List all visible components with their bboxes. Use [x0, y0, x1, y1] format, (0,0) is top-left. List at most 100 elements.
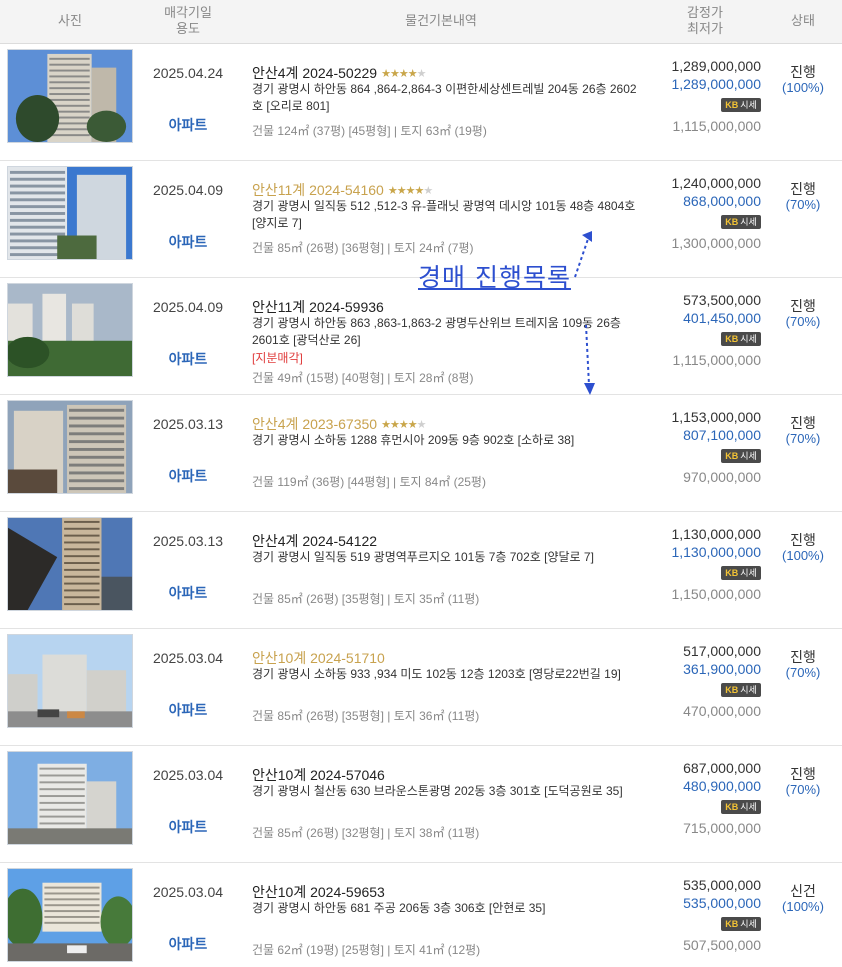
kb-price-badge[interactable]: KB 시세 — [721, 449, 761, 463]
case-number-link[interactable]: 안산11계 2024-59936 — [252, 297, 384, 317]
header-info: 물건기본내역 — [236, 0, 646, 44]
case-number[interactable]: 안산11계 2024-59936 — [252, 299, 384, 315]
area-info: 건물 85㎡ (26평) [32평형] | 토지 38㎡ (11평) — [252, 826, 480, 840]
case-number-link[interactable]: 안산10계 2024-59653 — [252, 882, 385, 902]
previous-price: 1,115,000,000 — [672, 352, 762, 368]
status-block: 진행 (70%) — [764, 278, 842, 395]
property-photo[interactable] — [7, 283, 133, 377]
case-number[interactable]: 안산11계 2024-54160 — [252, 182, 384, 198]
case-number[interactable]: 안산10계 2024-57046 — [252, 767, 385, 783]
appraisal-price: 1,289,000,000 — [671, 58, 761, 74]
area-info: 건물 85㎡ (26평) [36평형] | 토지 24㎡ (7평) — [252, 241, 474, 255]
price-block: 1,240,000,000 868,000,000 KB 시세 1,300,000,00… — [646, 161, 761, 278]
property-photo[interactable] — [7, 166, 133, 260]
status-percent: (70%) — [785, 314, 821, 329]
property-use[interactable]: 아파트 — [140, 583, 236, 603]
property-use[interactable]: 아파트 — [140, 817, 236, 837]
kb-logo-icon: KB — [725, 802, 739, 812]
status-block: 진행 (70%) — [764, 629, 842, 746]
sale-date: 2025.03.13 — [152, 416, 224, 432]
kb-price-badge[interactable]: KB 시세 — [721, 683, 761, 697]
case-number[interactable]: 안산4계 2024-50229 — [252, 65, 377, 81]
property-use[interactable]: 아파트 — [140, 349, 236, 369]
header-date: 매각기일 용도 — [140, 0, 236, 44]
property-address: 경기 광명시 하안동 864 ,864-2,864-3 이편한세상센트레빌 20… — [252, 82, 637, 113]
property-use[interactable]: 아파트 — [140, 232, 236, 252]
status-label: 신건 — [790, 883, 816, 899]
kb-price-badge[interactable]: KB 시세 — [721, 332, 761, 346]
property-photo[interactable] — [7, 49, 133, 143]
case-number-link[interactable]: 안산4계 2024-50229 ★★★★★ — [252, 63, 426, 83]
previous-price: 1,115,000,000 — [672, 118, 762, 134]
case-number-link[interactable]: 안산4계 2023-67350 ★★★★★ — [252, 414, 426, 434]
previous-price: 1,150,000,000 — [671, 586, 761, 602]
price-block: 1,130,000,000 1,130,000,000 KB 시세 1,150,000,… — [646, 512, 761, 629]
minimum-price: 1,289,000,000 — [671, 76, 761, 92]
kb-price-badge[interactable]: KB 시세 — [721, 215, 761, 229]
table-row[interactable]: 2025.03.04 아파트 안산10계 2024-51710 경기 광명시 소하동 … — [0, 629, 842, 746]
table-row[interactable]: 2025.04.09 아파트 안산11계 2024-59936 경기 광명시 하안동 … — [0, 278, 842, 395]
previous-price: 970,000,000 — [683, 469, 761, 485]
kb-logo-icon: KB — [725, 334, 739, 344]
property-info: 안산10계 2024-57046 경기 광명시 철산동 630 브라운스톤광명 2… — [252, 746, 648, 863]
price-block: 535,000,000 535,000,000 KB 시세 507,500,000 — [646, 863, 761, 967]
appraisal-price: 1,240,000,000 — [671, 175, 761, 191]
kb-logo-icon: KB — [725, 451, 739, 461]
table-row[interactable]: 2025.04.24 아파트 안산4계 2024-50229 ★★★★★ 경기 광명시 … — [0, 44, 842, 161]
status-label: 진행 — [790, 532, 816, 548]
case-number[interactable]: 안산10계 2024-51710 — [252, 650, 385, 666]
kb-price-badge[interactable]: KB 시세 — [721, 566, 761, 580]
property-photo[interactable] — [7, 400, 133, 494]
minimum-price: 361,900,000 — [683, 661, 761, 677]
header-date-label: 매각기일 — [164, 6, 212, 21]
case-number-link[interactable]: 안산4계 2024-54122 — [252, 531, 377, 551]
previous-price: 470,000,000 — [683, 703, 761, 719]
kb-logo-icon: KB — [725, 685, 739, 695]
kb-logo-icon: KB — [725, 919, 739, 929]
minimum-price: 535,000,000 — [683, 895, 761, 911]
status-block: 진행 (70%) — [764, 395, 842, 512]
status-percent: (100%) — [782, 80, 824, 95]
property-use[interactable]: 아파트 — [140, 115, 236, 135]
rating-stars: ★★★★★ — [381, 68, 426, 80]
kb-logo-icon: KB — [725, 217, 739, 227]
area-info: 건물 85㎡ (26평) [35평형] | 토지 35㎡ (11평) — [252, 592, 480, 606]
kb-price-badge[interactable]: KB 시세 — [721, 98, 761, 112]
property-use[interactable]: 아파트 — [140, 700, 236, 720]
property-info: 안산10계 2024-51710 경기 광명시 소하동 933 ,934 미도 1… — [252, 629, 648, 746]
property-info: 안산10계 2024-59653 경기 광명시 하안동 681 주공 206동 3… — [252, 863, 648, 967]
header-info-label: 물건기본내역 — [405, 14, 477, 29]
sale-date: 2025.03.04 — [152, 884, 224, 900]
kb-price-badge[interactable]: KB 시세 — [721, 917, 761, 931]
case-number[interactable]: 안산4계 2024-54122 — [252, 533, 377, 549]
table-row[interactable]: 2025.03.13 아파트 안산4계 2023-67350 ★★★★★ 경기 광명시 … — [0, 395, 842, 512]
property-photo[interactable] — [7, 868, 133, 962]
table-row[interactable]: 2025.03.13 아파트 안산4계 2024-54122 경기 광명시 일직동 5… — [0, 512, 842, 629]
case-number[interactable]: 안산10계 2024-59653 — [252, 884, 385, 900]
case-number-link[interactable]: 안산10계 2024-57046 — [252, 765, 385, 785]
status-block: 신건 (100%) — [764, 863, 842, 967]
price-block: 687,000,000 480,900,000 KB 시세 715,000,000 — [646, 746, 761, 863]
table-row[interactable]: 2025.03.04 아파트 안산10계 2024-57046 경기 광명시 철산동 … — [0, 746, 842, 863]
case-number[interactable]: 안산4계 2023-67350 — [252, 416, 377, 432]
status-label: 진행 — [790, 181, 816, 197]
kb-price-label: 시세 — [740, 100, 757, 110]
property-info: 안산4계 2024-54122 경기 광명시 일직동 519 광명역푸르지오 10… — [252, 512, 648, 629]
property-photo[interactable] — [7, 751, 133, 845]
property-address: 경기 광명시 하안동 681 주공 206동 3층 306호 [안현로 35] — [252, 901, 546, 915]
property-photo[interactable] — [7, 634, 133, 728]
case-number-link[interactable]: 안산11계 2024-54160 ★★★★★ — [252, 180, 433, 200]
kb-price-label: 시세 — [740, 685, 757, 695]
sale-date: 2025.03.04 — [152, 767, 224, 783]
kb-price-badge[interactable]: KB 시세 — [721, 800, 761, 814]
previous-price: 715,000,000 — [683, 820, 761, 836]
property-use[interactable]: 아파트 — [140, 466, 236, 486]
status-block: 진행 (100%) — [764, 512, 842, 629]
property-photo[interactable] — [7, 517, 133, 611]
appraisal-price: 573,500,000 — [683, 292, 761, 308]
case-number-link[interactable]: 안산10계 2024-51710 — [252, 648, 385, 668]
table-row[interactable]: 2025.03.04 아파트 안산10계 2024-59653 경기 광명시 하안동 … — [0, 863, 842, 967]
property-address: 경기 광명시 소하동 933 ,934 미도 102동 12층 1203호 [영… — [252, 667, 621, 681]
property-use[interactable]: 아파트 — [140, 934, 236, 954]
price-block: 1,153,000,000 807,100,000 KB 시세 970,000,000 — [646, 395, 761, 512]
